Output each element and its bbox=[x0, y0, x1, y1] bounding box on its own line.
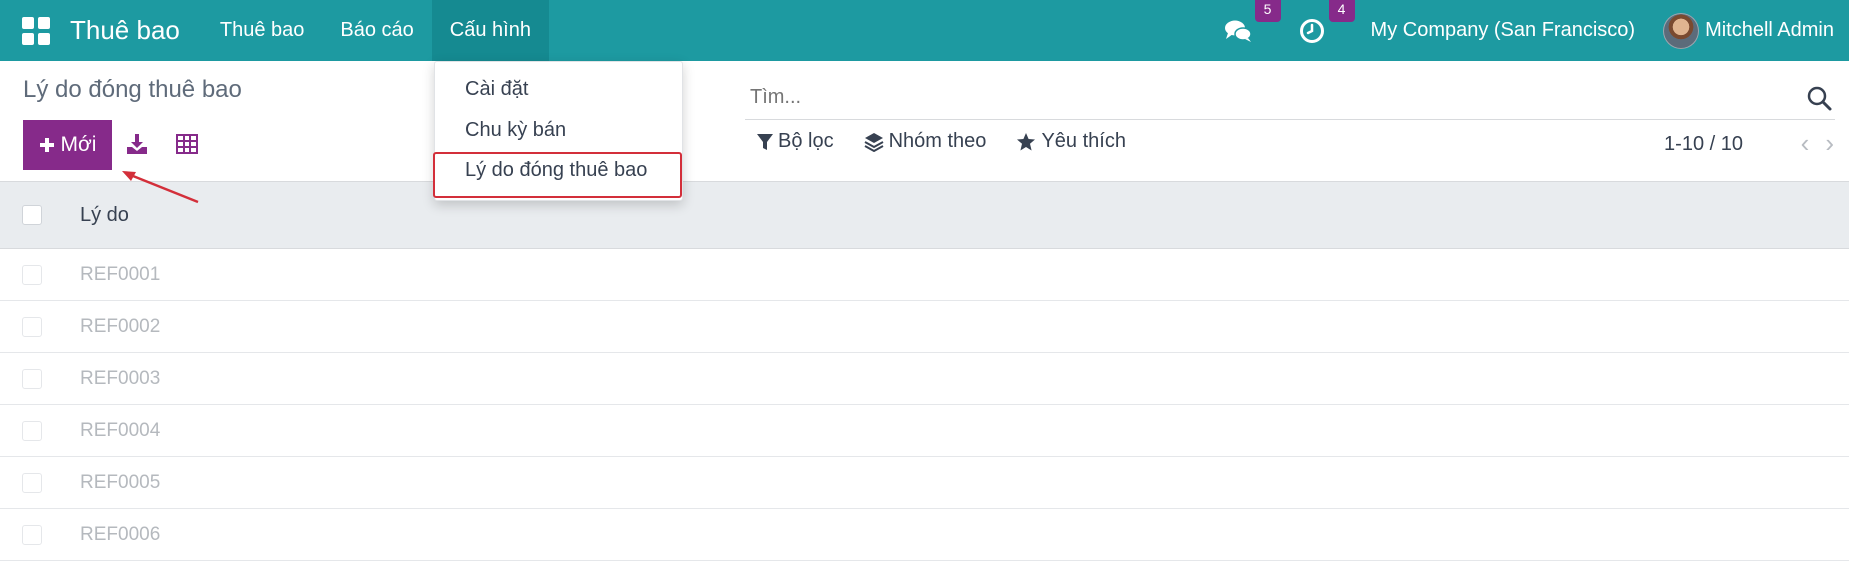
row-reason: REF0002 bbox=[80, 315, 161, 337]
menu-configuration[interactable]: Cấu hình bbox=[431, 0, 549, 61]
plus-icon bbox=[39, 138, 54, 152]
row-checkbox[interactable] bbox=[22, 264, 42, 285]
pager-navigation: ‹ › bbox=[1801, 130, 1834, 156]
funnel-icon bbox=[757, 133, 773, 150]
app-title[interactable]: Thuê bao bbox=[70, 15, 180, 46]
favorites-dropdown[interactable]: Yêu thích bbox=[1016, 130, 1126, 153]
new-button-label: Mới bbox=[60, 133, 97, 156]
menu-reporting[interactable]: Báo cáo bbox=[322, 0, 431, 61]
table-row[interactable]: REF0004 bbox=[0, 405, 1849, 457]
group-by-label: Nhóm theo bbox=[888, 130, 987, 152]
pager-value[interactable]: 1-10 / 10 bbox=[1664, 133, 1743, 156]
dropdown-item-sales-cycle[interactable]: Chu kỳ bán bbox=[465, 119, 566, 142]
table-icon bbox=[176, 134, 198, 154]
row-checkbox[interactable] bbox=[22, 472, 42, 493]
table-row[interactable]: REF0006 bbox=[0, 509, 1849, 561]
chevron-right-icon[interactable]: › bbox=[1825, 130, 1834, 156]
configuration-dropdown: Cài đặt Chu kỳ bán Lý do đóng thuê bao bbox=[433, 61, 683, 201]
table-row[interactable]: REF0005 bbox=[0, 457, 1849, 509]
row-checkbox[interactable] bbox=[22, 524, 42, 545]
messages-button[interactable]: 5 bbox=[1223, 0, 1281, 46]
chevron-left-icon[interactable]: ‹ bbox=[1801, 130, 1810, 156]
select-all-checkbox[interactable] bbox=[22, 205, 42, 225]
layers-icon bbox=[864, 132, 884, 152]
dropdown-item-close-reasons[interactable]: Lý do đóng thuê bao bbox=[465, 159, 647, 182]
company-switcher[interactable]: My Company (San Francisco) bbox=[1371, 19, 1636, 42]
search-icon[interactable] bbox=[1805, 84, 1833, 112]
table-row[interactable]: REF0001 bbox=[0, 249, 1849, 301]
table-header: Lý do bbox=[0, 181, 1849, 249]
row-checkbox[interactable] bbox=[22, 368, 42, 389]
new-button[interactable]: Mới bbox=[23, 120, 112, 170]
annotation-arrow bbox=[122, 171, 199, 204]
row-reason: REF0003 bbox=[80, 367, 161, 389]
favorites-label: Yêu thích bbox=[1041, 130, 1126, 152]
filter-label: Bộ lọc bbox=[778, 130, 834, 152]
search-input[interactable] bbox=[745, 86, 1805, 109]
row-reason: REF0001 bbox=[80, 263, 161, 285]
dropdown-item-settings[interactable]: Cài đặt bbox=[465, 78, 528, 101]
row-reason: REF0004 bbox=[80, 419, 161, 441]
group-by-dropdown[interactable]: Nhóm theo bbox=[864, 130, 987, 153]
apps-menu-icon[interactable] bbox=[22, 16, 50, 45]
spreadsheet-button[interactable] bbox=[173, 130, 201, 158]
star-icon bbox=[1017, 132, 1036, 150]
table-row[interactable]: REF0003 bbox=[0, 353, 1849, 405]
chat-icon bbox=[1224, 20, 1252, 42]
messages-count-badge: 5 bbox=[1254, 0, 1281, 22]
search-bar bbox=[745, 76, 1835, 120]
activities-button[interactable]: 4 bbox=[1297, 0, 1355, 46]
row-reason: REF0005 bbox=[80, 471, 161, 493]
row-reason: REF0006 bbox=[80, 523, 161, 545]
user-menu[interactable]: Mitchell Admin bbox=[1705, 19, 1834, 42]
row-checkbox[interactable] bbox=[22, 316, 42, 337]
menu-subscriptions[interactable]: Thuê bao bbox=[202, 0, 323, 61]
top-navbar: Thuê bao Thuê bao Báo cáo Cấu hình 5 4 M… bbox=[0, 0, 1849, 61]
download-icon bbox=[127, 134, 147, 154]
clock-icon bbox=[1299, 18, 1324, 43]
search-options: Bộ lọc Nhóm theo Yêu thích bbox=[757, 130, 1126, 153]
activities-count-badge: 4 bbox=[1328, 0, 1355, 22]
user-avatar[interactable] bbox=[1663, 12, 1700, 49]
row-checkbox[interactable] bbox=[22, 420, 42, 441]
export-button[interactable] bbox=[123, 130, 151, 158]
page-title: Lý do đóng thuê bao bbox=[23, 76, 242, 103]
table-row[interactable]: REF0002 bbox=[0, 301, 1849, 353]
filter-dropdown[interactable]: Bộ lọc bbox=[757, 130, 834, 153]
